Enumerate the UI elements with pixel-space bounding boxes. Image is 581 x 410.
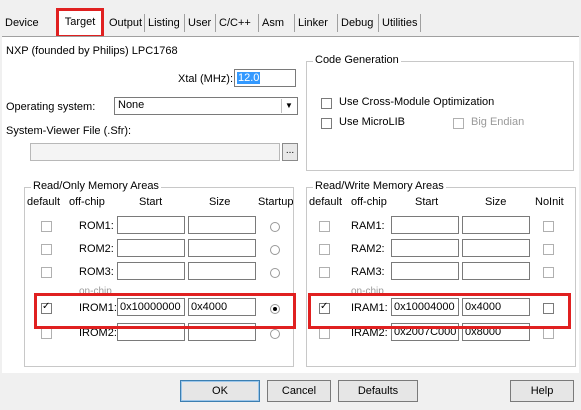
ro-header-default: default <box>27 196 61 208</box>
iram1-highlight <box>308 293 571 329</box>
ro-header-startup: Startup <box>258 196 294 208</box>
ram1-label: RAM1: <box>351 220 385 232</box>
xtal-input[interactable]: 12.0 <box>234 69 296 87</box>
rom2-startup-radio[interactable] <box>270 245 280 255</box>
ro-memory-group: Read/Only Memory Areas default off-chip … <box>24 180 294 367</box>
sysviewer-label: System-Viewer File (.Sfr): <box>6 125 132 137</box>
ram2-noinit-checkbox[interactable] <box>543 244 554 255</box>
codegen-title: Code Generation <box>313 54 401 66</box>
tab-user[interactable]: User <box>184 14 214 32</box>
rom2-default-checkbox[interactable] <box>41 244 52 255</box>
tab-utilities[interactable]: Utilities <box>378 14 422 32</box>
codegen-group: Code Generation Use Cross-Module Optimiz… <box>306 54 574 171</box>
rw-header-start: Start <box>415 196 439 208</box>
tab-device[interactable]: Device <box>2 14 42 32</box>
ram2-size-input[interactable] <box>462 239 530 257</box>
ram3-default-checkbox[interactable] <box>319 267 330 278</box>
ro-header-start: Start <box>139 196 163 208</box>
rom1-size-input[interactable] <box>188 216 256 234</box>
cross-module-label: Use Cross-Module Optimization <box>339 96 495 108</box>
os-select[interactable]: None ▼ <box>114 97 298 115</box>
target-panel: NXP (founded by Philips) LPC1768 Xtal (M… <box>2 36 579 374</box>
tab-output[interactable]: Output <box>106 14 145 32</box>
rom1-label: ROM1: <box>79 220 114 232</box>
iram2-noinit-checkbox[interactable] <box>543 328 554 339</box>
ram3-size-input[interactable] <box>462 262 530 280</box>
rom1-default-checkbox[interactable] <box>41 221 52 232</box>
rw-header-default: default <box>309 196 343 208</box>
tab-target[interactable]: Target <box>56 8 104 38</box>
rom3-label: ROM3: <box>79 266 114 278</box>
rw-header-noinit: NoInit <box>535 196 564 208</box>
rom3-default-checkbox[interactable] <box>41 267 52 278</box>
tab-debug[interactable]: Debug <box>337 14 376 32</box>
browse-button[interactable]: ... <box>282 143 298 161</box>
chevron-down-icon: ▼ <box>281 99 296 113</box>
tab-strip: Device Target Output Listing User C/C++ … <box>0 0 581 38</box>
ram1-size-input[interactable] <box>462 216 530 234</box>
irom1-highlight <box>34 293 296 329</box>
ram1-start-input[interactable] <box>391 216 459 234</box>
irom2-startup-radio[interactable] <box>270 329 280 339</box>
defaults-button[interactable]: Defaults <box>338 380 418 402</box>
rw-header-size: Size <box>485 196 507 208</box>
tab-cc[interactable]: C/C++ <box>215 14 254 32</box>
rw-header-offchip: off-chip <box>351 196 387 208</box>
ram3-noinit-checkbox[interactable] <box>543 267 554 278</box>
ram2-default-checkbox[interactable] <box>319 244 330 255</box>
rom2-label: ROM2: <box>79 243 114 255</box>
ram2-start-input[interactable] <box>391 239 459 257</box>
button-bar: OK Cancel Defaults Help <box>0 373 581 410</box>
ram1-default-checkbox[interactable] <box>319 221 330 232</box>
tab-asm[interactable]: Asm <box>258 14 287 32</box>
ram1-noinit-checkbox[interactable] <box>543 221 554 232</box>
ro-header-size: Size <box>209 196 231 208</box>
rom2-size-input[interactable] <box>188 239 256 257</box>
ram3-start-input[interactable] <box>391 262 459 280</box>
rom3-start-input[interactable] <box>117 262 185 280</box>
tab-linker[interactable]: Linker <box>294 14 331 32</box>
ro-memory-title: Read/Only Memory Areas <box>31 180 161 192</box>
microlib-checkbox[interactable] <box>321 118 332 129</box>
big-endian-checkbox[interactable] <box>453 118 464 129</box>
ok-button[interactable]: OK <box>180 380 260 402</box>
rom1-start-input[interactable] <box>117 216 185 234</box>
microlib-label: Use MicroLIB <box>339 116 406 128</box>
cancel-button[interactable]: Cancel <box>267 380 331 402</box>
irom2-default-checkbox[interactable] <box>41 328 52 339</box>
rom2-start-input[interactable] <box>117 239 185 257</box>
rom1-startup-radio[interactable] <box>270 222 280 232</box>
tab-listing[interactable]: Listing <box>144 14 183 32</box>
sysviewer-input[interactable] <box>30 143 280 161</box>
big-endian-label: Big Endian <box>471 116 525 128</box>
iram2-default-checkbox[interactable] <box>319 328 330 339</box>
ram3-label: RAM3: <box>351 266 385 278</box>
xtal-label: Xtal (MHz): <box>178 73 233 85</box>
ram2-label: RAM2: <box>351 243 385 255</box>
rw-memory-title: Read/Write Memory Areas <box>313 180 446 192</box>
device-name: NXP (founded by Philips) LPC1768 <box>6 45 178 57</box>
rom3-size-input[interactable] <box>188 262 256 280</box>
ro-header-offchip: off-chip <box>69 196 105 208</box>
os-label: Operating system: <box>6 101 96 113</box>
rw-memory-group: Read/Write Memory Areas default off-chip… <box>306 180 576 367</box>
help-button[interactable]: Help <box>510 380 574 402</box>
rom3-startup-radio[interactable] <box>270 268 280 278</box>
cross-module-checkbox[interactable] <box>321 98 332 109</box>
